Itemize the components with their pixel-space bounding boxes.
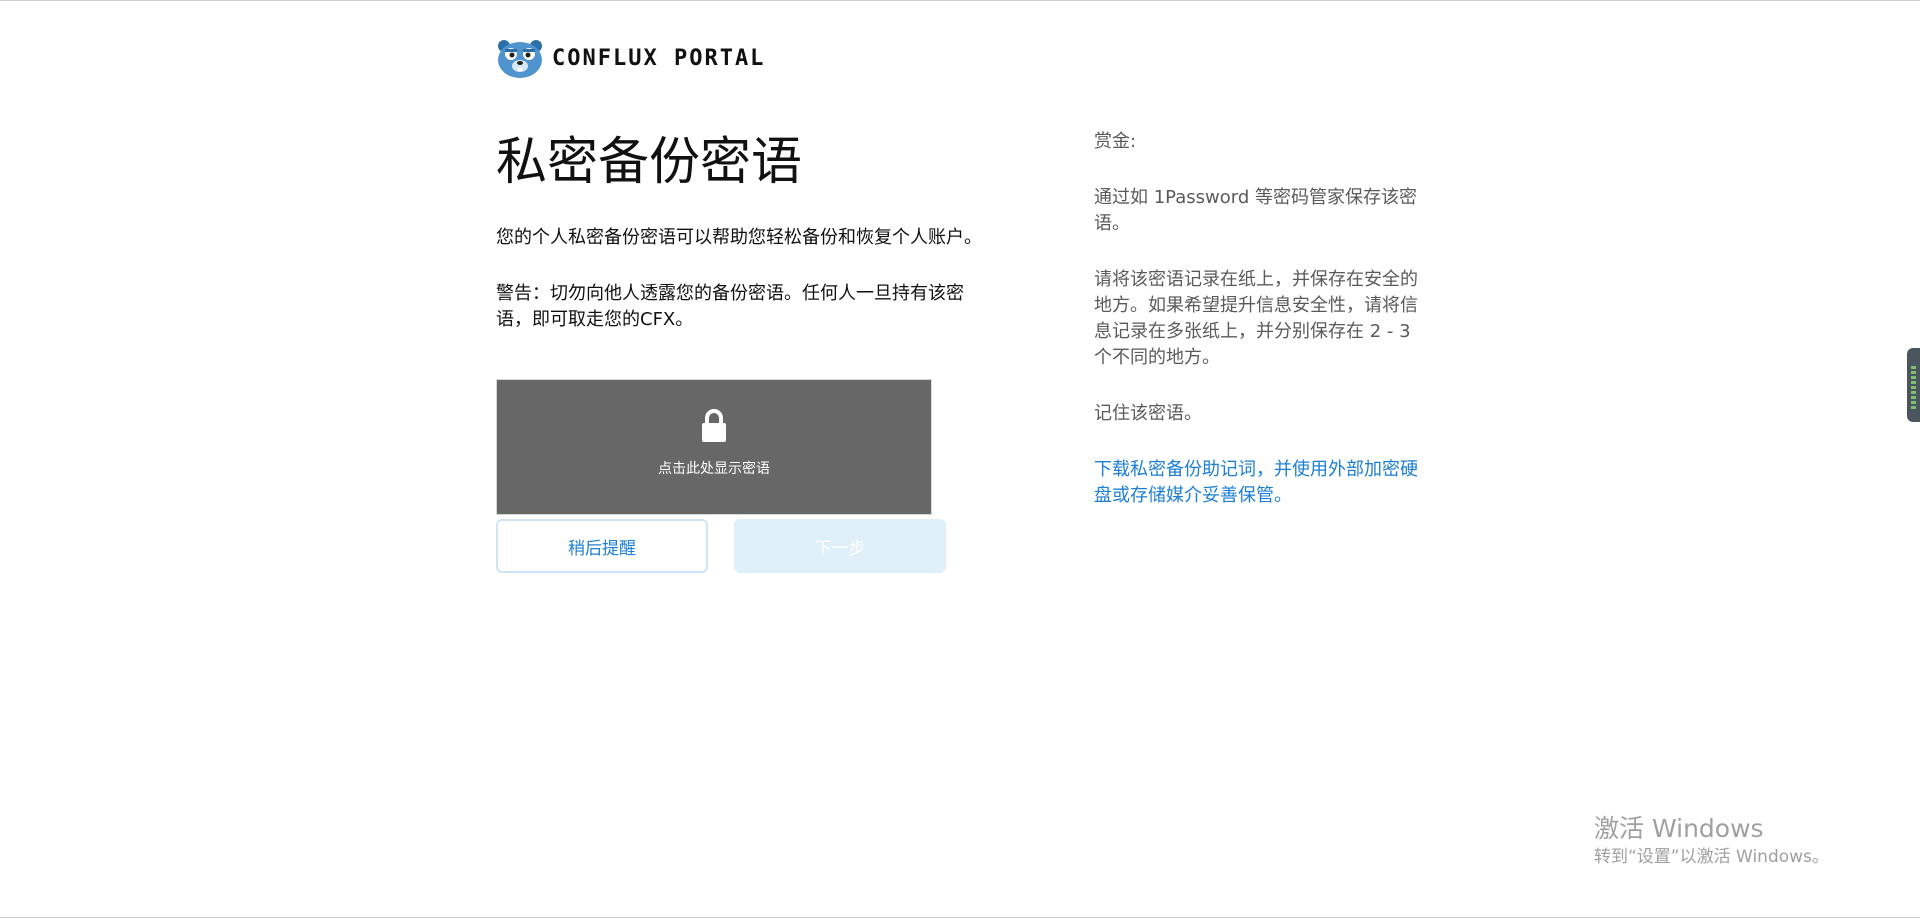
watermark-title: 激活 Windows — [1594, 814, 1764, 843]
watermark-subtitle: 转到“设置”以激活 Windows。 — [1594, 847, 1829, 867]
description-text: 您的个人私密备份密语可以帮助您轻松备份和恢复个人账户。 — [496, 227, 982, 248]
secret-phrase-reveal-box[interactable]: 点击此处显示密语 — [496, 379, 932, 515]
main-content: 私密备份密语 您的个人私密备份密语可以帮助您轻松备份和恢复个人账户。 警告：切勿… — [496, 129, 986, 573]
tip-item: 通过如 1Password 等密码管家保存该密语。 — [1094, 187, 1417, 234]
logo-text: CONFLUX PORTAL — [552, 45, 766, 71]
bear-mascot-icon — [498, 40, 542, 78]
edge-side-widget[interactable] — [1907, 348, 1920, 422]
action-buttons: 稍后提醒 下一步 — [496, 519, 986, 573]
page-title: 私密备份密语 — [496, 133, 803, 192]
tips-panel: 赏金: 通过如 1Password 等密码管家保存该密语。 请将该密语记录在纸上… — [1094, 129, 1434, 539]
tips-heading: 赏金: — [1094, 131, 1137, 152]
page: CONFLUX PORTAL 私密备份密语 您的个人私密备份密语可以帮助您轻松备… — [0, 0, 1920, 918]
next-button[interactable]: 下一步 — [734, 519, 946, 573]
lock-overlay: 点击此处显示密语 — [497, 408, 931, 478]
windows-activation-watermark: 激活 Windows 转到“设置”以激活 Windows。 — [1594, 813, 1829, 869]
tip-item: 请将该密语记录在纸上，并保存在安全的地方。如果希望提升信息安全性，请将信息记录在… — [1094, 269, 1418, 368]
download-backup-link[interactable]: 下载私密备份助记词，并使用外部加密硬盘或存储媒介妥善保管。 — [1094, 457, 1434, 509]
header: CONFLUX PORTAL — [496, 37, 765, 79]
widget-meter-icon — [1911, 366, 1916, 410]
lock-icon — [702, 409, 726, 442]
tip-item: 记住该密语。 — [1094, 403, 1202, 424]
warning-text: 警告：切勿向他人透露您的备份密语。任何人一旦持有该密语，即可取走您的CFX。 — [496, 283, 964, 330]
remind-later-button[interactable]: 稍后提醒 — [496, 519, 708, 573]
reveal-secret-label: 点击此处显示密语 — [658, 461, 770, 477]
